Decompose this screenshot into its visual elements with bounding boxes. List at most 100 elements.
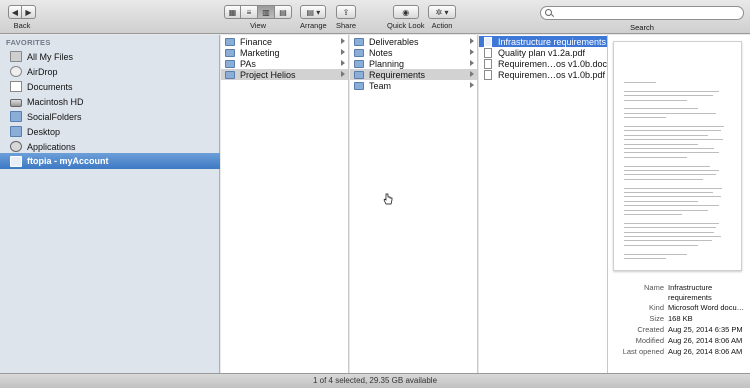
list-item-label: Requirements xyxy=(369,69,426,80)
list-item-label: Marketing xyxy=(240,47,280,58)
folder-icon xyxy=(354,59,364,68)
folder-icon xyxy=(354,48,364,57)
share-button[interactable]: ⇪ xyxy=(336,5,356,19)
coverflow-icon: ▤ xyxy=(279,7,287,17)
sidebar-item-socialfolders[interactable]: SocialFolders xyxy=(0,109,220,124)
quicklook-button[interactable]: ◉ xyxy=(392,5,419,19)
list-item-requirements-pdf[interactable]: Requiremen…os v1.0b.pdf xyxy=(479,69,607,80)
document-text-line xyxy=(624,148,715,149)
applications-icon xyxy=(10,141,22,152)
arrange-group: ▤ ▾ Arrange xyxy=(300,5,327,30)
disclosure-arrow-icon xyxy=(470,38,474,44)
list-item-label: Requiremen…os v1.0b.pdf xyxy=(498,69,606,80)
column-2: Deliverables Notes Planning Requirements… xyxy=(350,35,478,373)
quicklook-label: Quick Look xyxy=(387,21,425,30)
back-button[interactable]: ◀ xyxy=(8,5,22,19)
list-item-label: Infrastructure requirements xyxy=(498,36,607,47)
sidebar-item-label: Macintosh HD xyxy=(27,96,84,107)
column-3: Infrastructure requirements Quality plan… xyxy=(479,35,608,373)
list-item-label: Notes xyxy=(369,47,393,58)
search-icon xyxy=(545,9,552,16)
action-label: Action xyxy=(431,21,453,30)
sidebar-item-airdrop[interactable]: AirDrop xyxy=(0,64,220,79)
list-item-notes[interactable]: Notes xyxy=(350,47,477,58)
list-item-marketing[interactable]: Marketing xyxy=(221,47,348,58)
document-text-line xyxy=(624,209,708,211)
pdf-document-icon xyxy=(484,47,492,58)
list-item-project-helios[interactable]: Project Helios xyxy=(221,69,348,80)
list-item-pas[interactable]: PAs xyxy=(221,58,348,69)
sidebar-item-macintosh-hd[interactable]: Macintosh HD xyxy=(0,94,220,109)
view-group: ▦ ≡ ▥ ▤ View xyxy=(224,5,292,30)
list-icon: ≡ xyxy=(246,7,252,17)
column-view-button[interactable]: ▥ xyxy=(258,5,275,19)
sidebar: FAVORITES All My Files AirDrop Documents… xyxy=(0,35,220,373)
list-item-label: Planning xyxy=(369,58,405,69)
list-item-requirements-doc[interactable]: Requiremen…os v1.0b.doc xyxy=(479,58,607,69)
sidebar-item-label: Applications xyxy=(27,141,76,152)
document-text-line xyxy=(624,253,687,255)
word-document-icon xyxy=(484,36,492,47)
list-view-button[interactable]: ≡ xyxy=(241,5,258,19)
list-item-finance[interactable]: Finance xyxy=(221,36,348,47)
list-item-team[interactable]: Team xyxy=(350,80,477,91)
sidebar-item-label: All My Files xyxy=(27,51,74,62)
list-item-planning[interactable]: Planning xyxy=(350,58,477,69)
disclosure-arrow-icon xyxy=(470,82,474,88)
chevron-right-icon: ▶ xyxy=(25,7,32,17)
document-text-line xyxy=(624,170,719,171)
folder-icon xyxy=(225,48,235,57)
coverflow-view-button[interactable]: ▤ xyxy=(275,5,292,19)
info-value: Aug 26, 2014 8:06 AM xyxy=(668,336,743,345)
folder-icon xyxy=(354,37,364,46)
search-field[interactable] xyxy=(540,6,744,20)
sidebar-item-ftopia-myaccount[interactable]: ftopia - myAccount xyxy=(0,153,220,169)
list-item-requirements[interactable]: Requirements xyxy=(350,69,477,80)
forward-button[interactable]: ▶ xyxy=(22,5,36,19)
arrange-label: Arrange xyxy=(300,21,327,30)
document-text-line xyxy=(624,192,714,193)
toolbar: ◀ ▶ Back ▦ ≡ ▥ ▤ View ▤ ▾ Arrange ⇪ Shar… xyxy=(0,0,750,34)
column-1: Finance Marketing PAs Project Helios xyxy=(221,35,349,373)
document-text-line xyxy=(624,227,717,229)
disclosure-arrow-icon xyxy=(470,49,474,55)
document-text-line xyxy=(624,240,713,242)
airdrop-icon xyxy=(10,66,22,77)
document-text-line xyxy=(624,178,703,180)
sidebar-item-applications[interactable]: Applications xyxy=(0,139,220,154)
list-item-deliverables[interactable]: Deliverables xyxy=(350,36,477,47)
action-group: ✲ ▾ Action xyxy=(428,5,456,30)
list-item-label: Team xyxy=(369,80,392,91)
info-value: Infrastructure requirements xyxy=(668,283,713,302)
pdf-document-icon xyxy=(484,69,492,80)
list-item-label: PAs xyxy=(240,58,256,69)
document-text-line xyxy=(624,258,666,259)
document-text-line xyxy=(624,112,717,114)
share-icon: ⇪ xyxy=(342,7,350,17)
hand-cursor-icon xyxy=(383,193,393,205)
document-text-line xyxy=(624,205,719,207)
action-button[interactable]: ✲ ▾ xyxy=(428,5,456,19)
document-text-line xyxy=(624,200,698,202)
list-item-quality-plan[interactable]: Quality plan v1.2a.pdf xyxy=(479,47,607,58)
document-text-line xyxy=(624,134,708,136)
search-label: Search xyxy=(630,23,654,32)
sidebar-item-all-my-files[interactable]: All My Files xyxy=(0,49,220,64)
info-key: Kind xyxy=(648,303,664,312)
view-label: View xyxy=(249,21,267,30)
document-text-line xyxy=(624,156,687,158)
search-group: Search xyxy=(540,6,744,32)
document-thumbnail[interactable] xyxy=(613,41,742,271)
list-item-infrastructure-requirements[interactable]: Infrastructure requirements xyxy=(479,36,607,47)
preview-pane: Name Infrastructure requirements Kind Mi… xyxy=(608,35,750,373)
icon-view-button[interactable]: ▦ xyxy=(224,5,241,19)
disclosure-arrow-icon xyxy=(470,71,474,77)
search-input[interactable] xyxy=(555,8,735,18)
sidebar-item-label: ftopia - myAccount xyxy=(27,156,109,166)
hard-drive-icon xyxy=(10,98,22,107)
sidebar-item-documents[interactable]: Documents xyxy=(0,79,220,94)
list-item-label: Quality plan v1.2a.pdf xyxy=(498,47,586,58)
sidebar-item-desktop[interactable]: Desktop xyxy=(0,124,220,139)
all-files-icon xyxy=(10,51,22,62)
arrange-button[interactable]: ▤ ▾ xyxy=(300,5,327,19)
